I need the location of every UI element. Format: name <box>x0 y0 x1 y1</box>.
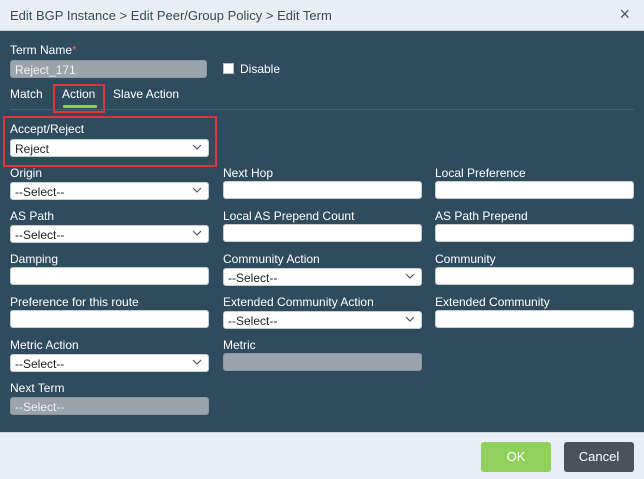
community-label: Community <box>435 252 496 266</box>
tab-separator <box>10 109 634 110</box>
chevron-down-icon <box>192 187 202 193</box>
local-as-prepend-count-input[interactable] <box>223 224 422 242</box>
term-name-label-text: Term Name <box>10 43 73 57</box>
damping-input[interactable] <box>10 267 209 285</box>
dialog-footer: OK Cancel <box>0 432 644 479</box>
disable-checkbox[interactable] <box>223 63 234 74</box>
extended-community-action-select[interactable]: --Select-- <box>223 311 422 329</box>
dialog-titlebar: Edit BGP Instance > Edit Peer/Group Poli… <box>0 0 644 31</box>
required-mark: * <box>72 43 77 57</box>
accept-reject-label: Accept/Reject <box>10 122 85 136</box>
extended-community-label: Extended Community <box>435 295 550 309</box>
dialog-title: Edit BGP Instance > Edit Peer/Group Poli… <box>10 8 332 23</box>
tab-match[interactable]: Match <box>10 87 43 101</box>
extended-community-input[interactable] <box>435 310 634 328</box>
origin-value: --Select-- <box>15 185 65 199</box>
local-preference-input[interactable] <box>435 181 634 199</box>
metric-action-value: --Select-- <box>15 357 65 371</box>
metric-action-label: Metric Action <box>10 338 79 352</box>
next-hop-label: Next Hop <box>223 166 274 180</box>
term-name-input[interactable]: Reject_171 <box>10 60 207 78</box>
chevron-down-icon <box>405 273 415 279</box>
extended-community-action-label: Extended Community Action <box>223 295 374 309</box>
as-path-value: --Select-- <box>15 228 65 242</box>
preference-label: Preference for this route <box>10 295 139 309</box>
preference-input[interactable] <box>10 310 209 328</box>
metric-input[interactable] <box>223 353 422 371</box>
community-action-select[interactable]: --Select-- <box>223 268 422 286</box>
community-action-value: --Select-- <box>228 271 278 285</box>
as-path-prepend-input[interactable] <box>435 224 634 242</box>
cancel-button[interactable]: Cancel <box>564 442 634 472</box>
as-path-select[interactable]: --Select-- <box>10 225 209 243</box>
chevron-down-icon <box>192 359 202 365</box>
tab-slave-action[interactable]: Slave Action <box>113 87 179 101</box>
local-as-prepend-count-label: Local AS Prepend Count <box>223 209 355 223</box>
term-name-label: Term Name* <box>10 43 77 57</box>
chevron-down-icon <box>192 230 202 236</box>
chevron-down-icon <box>192 144 202 150</box>
origin-label: Origin <box>10 166 43 180</box>
edit-term-dialog: Edit BGP Instance > Edit Peer/Group Poli… <box>0 0 644 479</box>
damping-label: Damping <box>10 252 59 266</box>
chevron-down-icon <box>405 316 415 322</box>
as-path-prepend-label: AS Path Prepend <box>435 209 528 223</box>
as-path-label: AS Path <box>10 209 55 223</box>
next-hop-input[interactable] <box>223 181 422 199</box>
dialog-body: Term Name* Reject_171 Disable Match Acti… <box>0 31 644 432</box>
metric-label: Metric <box>223 338 256 352</box>
metric-action-select[interactable]: --Select-- <box>10 354 209 372</box>
accept-reject-value: Reject <box>15 142 50 156</box>
community-input[interactable] <box>435 267 634 285</box>
extended-community-action-value: --Select-- <box>228 314 278 328</box>
local-preference-label: Local Preference <box>435 166 526 180</box>
close-icon[interactable]: × <box>619 4 630 25</box>
disable-label: Disable <box>240 62 281 76</box>
next-term-select[interactable]: --Select-- <box>10 397 209 415</box>
origin-select[interactable]: --Select-- <box>10 182 209 200</box>
ok-button[interactable]: OK <box>481 442 551 472</box>
next-term-label: Next Term <box>10 381 65 395</box>
accept-reject-select[interactable]: Reject <box>10 139 209 157</box>
community-action-label: Community Action <box>223 252 320 266</box>
